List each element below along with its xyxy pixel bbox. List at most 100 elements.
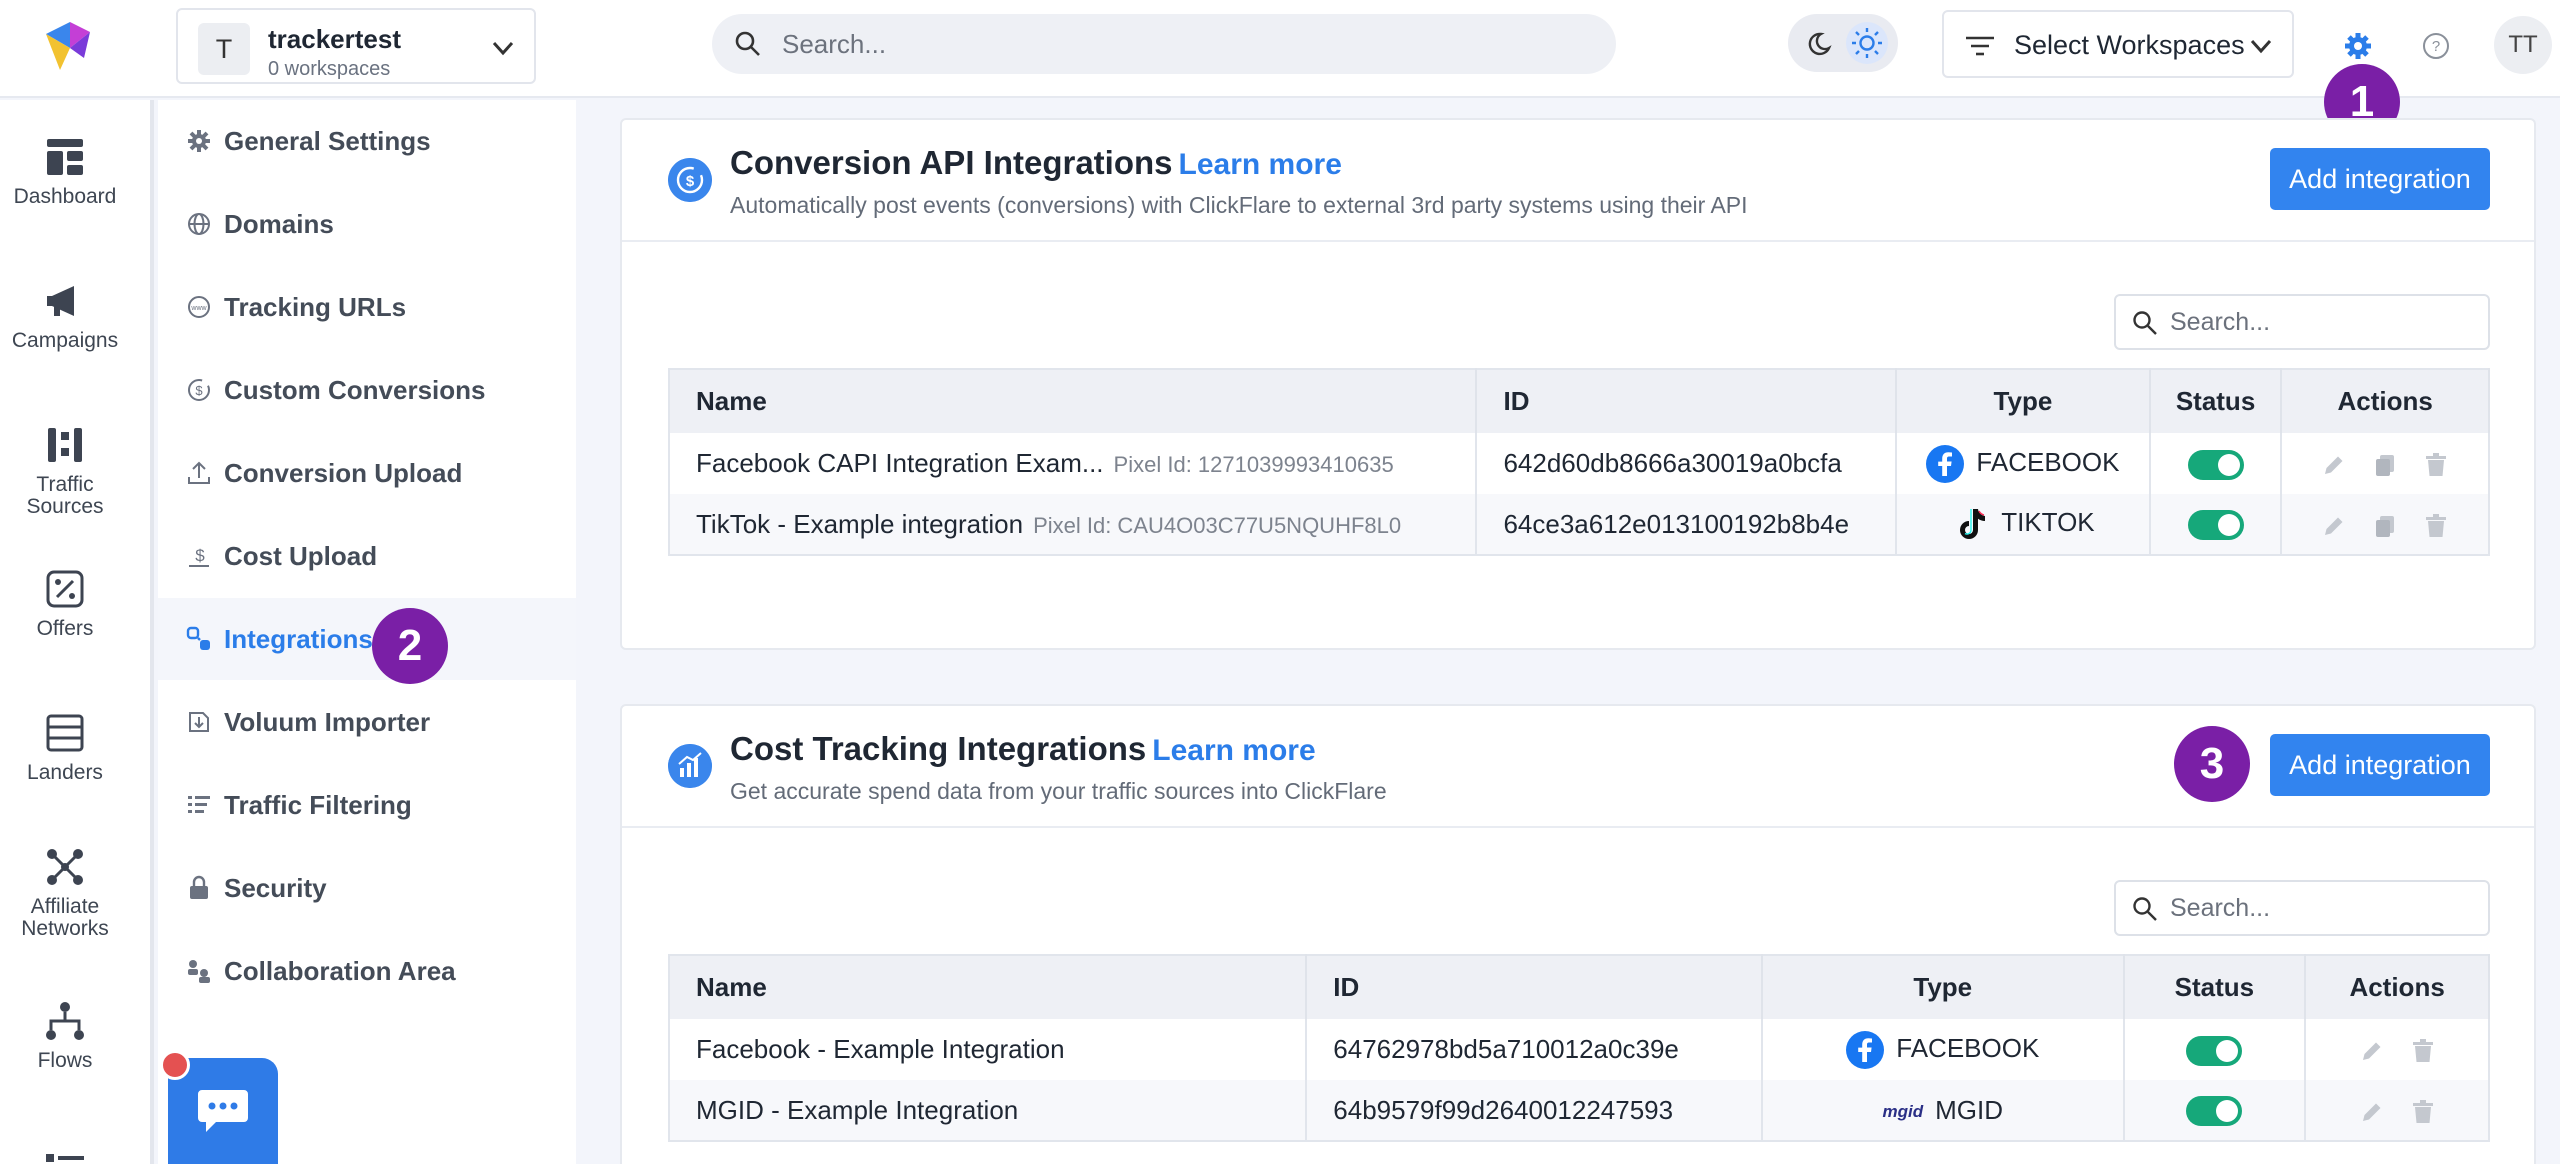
search-icon bbox=[2133, 311, 2157, 335]
offers-icon bbox=[46, 570, 84, 608]
nav-label: Offers bbox=[36, 617, 94, 640]
submenu-custom-conversions[interactable]: $ Custom Conversions bbox=[158, 349, 576, 431]
trash-icon[interactable] bbox=[2409, 1098, 2437, 1126]
moon-icon[interactable] bbox=[1798, 23, 1838, 63]
submenu-integrations[interactable]: Integrations bbox=[158, 598, 576, 680]
workspace-switcher[interactable]: T trackertest 0 workspaces bbox=[176, 8, 536, 84]
copy-icon[interactable] bbox=[2371, 512, 2399, 540]
nav-landers[interactable]: Landers bbox=[0, 712, 130, 784]
edit-icon[interactable] bbox=[2320, 451, 2348, 479]
sun-icon[interactable] bbox=[1846, 22, 1888, 64]
network-icon bbox=[47, 849, 83, 885]
col-name[interactable]: Name bbox=[669, 955, 1308, 1019]
trash-icon[interactable] bbox=[2409, 1037, 2437, 1065]
integration-name[interactable]: TikTok - Example integration bbox=[696, 509, 1023, 539]
cost-table-search-input[interactable] bbox=[2170, 882, 2470, 934]
cell-type: FACEBOOK bbox=[1762, 1019, 2125, 1080]
cell-name: Facebook CAPI Integration Exam... Pixel I… bbox=[669, 433, 1478, 494]
list-icon[interactable] bbox=[46, 1148, 86, 1164]
cell-name: TikTok - Example integration Pixel Id: CA… bbox=[669, 494, 1478, 555]
cost-integrations-table: Name ID Type Status Actions Facebook - E… bbox=[668, 954, 2490, 1142]
col-type[interactable]: Type bbox=[1896, 369, 2151, 433]
pixel-id: Pixel Id: 1271039993410635 bbox=[1113, 452, 1394, 477]
edit-icon[interactable] bbox=[2358, 1037, 2386, 1065]
theme-toggle[interactable] bbox=[1788, 14, 1898, 72]
learn-more-link[interactable]: Learn more bbox=[1152, 734, 1315, 767]
global-search-input[interactable] bbox=[782, 14, 1582, 74]
clickflare-logo-icon[interactable] bbox=[40, 18, 96, 74]
submenu-cost-upload[interactable]: $ Cost Upload bbox=[158, 515, 576, 597]
submenu-conversion-upload[interactable]: Conversion Upload bbox=[158, 432, 576, 514]
cost-table-search[interactable] bbox=[2114, 880, 2490, 936]
chat-notification-dot bbox=[160, 1050, 190, 1080]
table-row[interactable]: TikTok - Example integration Pixel Id: CA… bbox=[669, 494, 2490, 555]
learn-more-link[interactable]: Learn more bbox=[1179, 148, 1342, 181]
nav-traffic-sources[interactable]: Traffic Sources bbox=[0, 424, 130, 518]
submenu-traffic-filtering[interactable]: Traffic Filtering bbox=[158, 764, 576, 846]
nav-dashboard[interactable]: Dashboard bbox=[0, 136, 130, 208]
nav-offers[interactable]: Offers bbox=[0, 568, 130, 640]
add-cost-integration-button[interactable]: Add integration bbox=[2270, 734, 2490, 796]
submenu-tracking-urls[interactable]: www Tracking URLs bbox=[158, 266, 576, 348]
conversion-api-icon: $ bbox=[668, 158, 712, 202]
table-row[interactable]: Facebook - Example Integration 64762978b… bbox=[669, 1019, 2490, 1080]
table-row[interactable]: Facebook CAPI Integration Exam... Pixel I… bbox=[669, 433, 2490, 494]
traffic-sources-icon bbox=[48, 428, 82, 462]
cell-name[interactable]: Facebook - Example Integration bbox=[669, 1019, 1308, 1080]
submenu-collaboration-area[interactable]: Collaboration Area bbox=[158, 930, 576, 1012]
nav-label: Campaigns bbox=[11, 329, 119, 352]
submenu-label: Integrations bbox=[224, 624, 373, 654]
submenu-security[interactable]: Security bbox=[158, 847, 576, 929]
submenu-label: Domains bbox=[224, 209, 334, 239]
col-id[interactable]: ID bbox=[1476, 369, 1898, 433]
submenu-general-settings[interactable]: General Settings bbox=[158, 100, 576, 182]
conversion-table-search-input[interactable] bbox=[2170, 296, 2470, 348]
cell-id: 64b9579f99d2640012247593 bbox=[1306, 1080, 1764, 1141]
submenu-domains[interactable]: Domains bbox=[158, 183, 576, 265]
nav-affiliate-networks[interactable]: Affiliate Networks bbox=[0, 846, 130, 940]
status-toggle[interactable] bbox=[2186, 1035, 2243, 1066]
status-toggle[interactable] bbox=[2187, 510, 2244, 541]
type-label: MGID bbox=[1935, 1094, 2004, 1125]
edit-icon[interactable] bbox=[2358, 1098, 2386, 1126]
trash-icon[interactable] bbox=[2422, 512, 2450, 540]
importer-icon bbox=[189, 712, 209, 732]
conversion-table-search[interactable] bbox=[2114, 294, 2490, 350]
col-name[interactable]: Name bbox=[669, 369, 1478, 433]
submenu-label: General Settings bbox=[224, 126, 431, 156]
integration-name[interactable]: Facebook CAPI Integration Exam... bbox=[696, 448, 1104, 478]
status-toggle[interactable] bbox=[2187, 449, 2244, 480]
nav-label: Affiliate Networks bbox=[21, 895, 109, 940]
edit-icon[interactable] bbox=[2320, 512, 2348, 540]
table-row[interactable]: MGID - Example Integration 64b9579f99d26… bbox=[669, 1080, 2490, 1141]
global-search[interactable] bbox=[712, 14, 1616, 74]
add-conversion-integration-button[interactable]: Add integration bbox=[2270, 148, 2490, 210]
card-title-text: Conversion API Integrations bbox=[730, 144, 1173, 181]
facebook-icon bbox=[1926, 444, 1965, 483]
user-avatar[interactable]: TT bbox=[2494, 16, 2552, 74]
submenu-label: Traffic Filtering bbox=[224, 790, 412, 820]
col-type[interactable]: Type bbox=[1762, 955, 2125, 1019]
filter-list-icon bbox=[188, 796, 210, 813]
copy-icon[interactable] bbox=[2371, 451, 2399, 479]
col-id[interactable]: ID bbox=[1306, 955, 1764, 1019]
submenu-voluum-importer[interactable]: Voluum Importer bbox=[158, 681, 576, 763]
conversion-integrations-table: Name ID Type Status Actions Facebook CAP… bbox=[668, 368, 2490, 556]
col-status[interactable]: Status bbox=[2149, 369, 2283, 433]
submenu-label: Custom Conversions bbox=[224, 375, 486, 405]
submenu-label: Voluum Importer bbox=[224, 707, 431, 737]
search-icon bbox=[2133, 897, 2157, 921]
step-badge-2: 2 bbox=[372, 608, 448, 684]
status-toggle[interactable] bbox=[2186, 1096, 2243, 1127]
trash-icon[interactable] bbox=[2422, 451, 2450, 479]
select-workspaces-dropdown[interactable]: Select Workspaces bbox=[1942, 10, 2294, 78]
nav-campaigns[interactable]: Campaigns bbox=[0, 280, 130, 352]
cell-id: 64ce3a612e013100192b8b4e bbox=[1476, 494, 1898, 555]
col-status[interactable]: Status bbox=[2123, 955, 2307, 1019]
conversion-api-header: $ Conversion API Integrations Learn more … bbox=[622, 120, 2534, 242]
nav-flows[interactable]: Flows bbox=[0, 1000, 130, 1072]
cell-name[interactable]: MGID - Example Integration bbox=[669, 1080, 1308, 1141]
gear-icon[interactable] bbox=[2342, 30, 2374, 62]
help-icon[interactable]: ? bbox=[2420, 30, 2452, 62]
cell-status bbox=[2123, 1019, 2307, 1080]
